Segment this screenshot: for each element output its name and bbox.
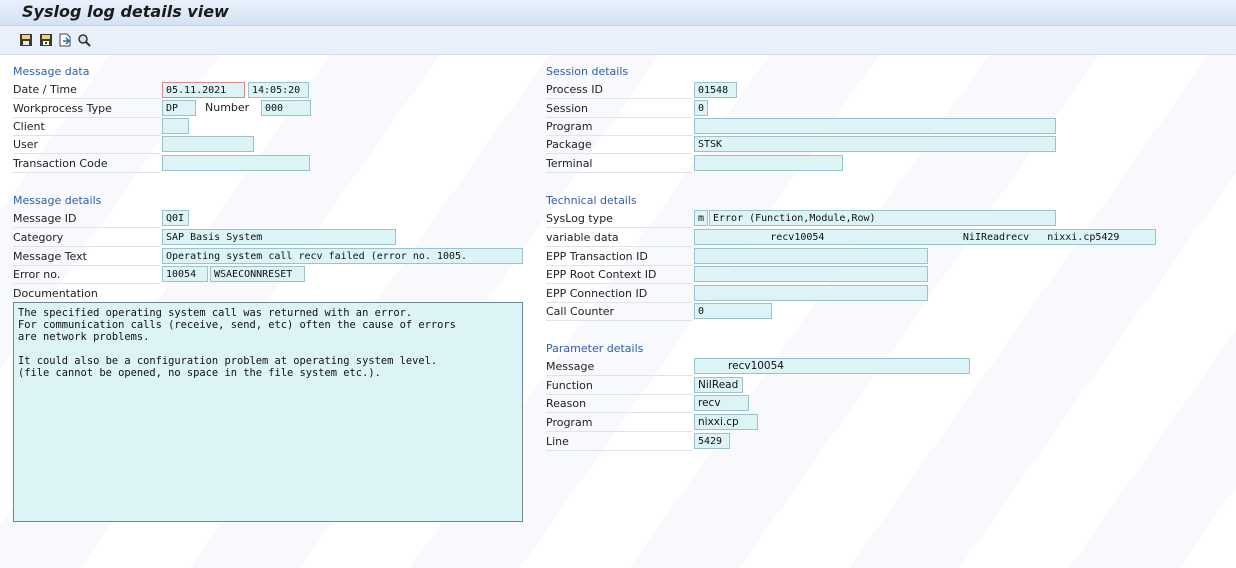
workprocess-type-label: Workprocess Type <box>13 100 160 118</box>
user-label: User <box>13 136 160 154</box>
message-id-label: Message ID <box>13 210 160 228</box>
export-icon[interactable] <box>58 33 72 47</box>
syslog-type-code-field[interactable]: m <box>694 210 708 226</box>
error-number-label: Error no. <box>13 266 160 284</box>
process-id-label: Process ID <box>546 81 692 99</box>
number-label: Number <box>205 101 250 114</box>
page-title: Syslog log details view <box>22 2 229 21</box>
epp-transaction-id-label: EPP Transaction ID <box>546 248 692 266</box>
parameter-details-header: Parameter details <box>546 342 644 355</box>
epp-transaction-id-field[interactable] <box>694 248 928 264</box>
time-field[interactable]: 14:05:20 <box>248 82 309 98</box>
message-text-label: Message Text <box>13 248 160 266</box>
call-counter-field[interactable]: 0 <box>694 303 772 319</box>
application-toolbar <box>0 26 1236 55</box>
terminal-field[interactable] <box>694 155 843 171</box>
param-function-field[interactable]: NiIRead <box>694 377 743 393</box>
transaction-code-label: Transaction Code <box>13 155 160 173</box>
number-field[interactable]: 000 <box>261 100 311 116</box>
epp-root-context-id-label: EPP Root Context ID <box>546 266 692 284</box>
session-label: Session <box>546 100 692 118</box>
find-icon[interactable] <box>77 33 91 47</box>
documentation-label: Documentation <box>13 287 98 300</box>
error-name-field[interactable]: WSAECONNRESET <box>210 266 305 282</box>
transaction-code-field[interactable] <box>162 155 310 171</box>
param-line-label: Line <box>546 433 692 451</box>
error-number-field[interactable]: 10054 <box>162 266 208 282</box>
message-text-field[interactable]: Operating system call recv failed (error… <box>162 248 523 264</box>
param-program-field[interactable]: nixxi.cp <box>694 414 758 430</box>
process-id-field[interactable]: 01548 <box>694 82 737 98</box>
param-line-field[interactable]: 5429 <box>694 433 730 449</box>
syslog-type-field[interactable]: Error (Function,Module,Row) <box>709 210 1056 226</box>
session-field[interactable]: 0 <box>694 100 708 116</box>
syslog-type-label: SysLog type <box>546 210 692 228</box>
date-time-label: Date / Time <box>13 81 160 99</box>
client-label: Client <box>13 118 160 136</box>
category-label: Category <box>13 229 160 247</box>
title-bar: Syslog log details view <box>0 0 1236 26</box>
variable-data-label: variable data <box>546 229 692 247</box>
epp-root-context-id-field[interactable] <box>694 266 928 282</box>
date-field[interactable]: 05.11.2021 <box>162 82 245 98</box>
documentation-textarea[interactable]: The specified operating system call was … <box>13 302 523 522</box>
param-message-field[interactable]: recv10054 <box>694 358 970 374</box>
session-details-header: Session details <box>546 65 629 78</box>
workprocess-type-field[interactable]: DP <box>162 100 196 116</box>
param-reason-field[interactable]: recv <box>694 395 749 411</box>
epp-connection-id-field[interactable] <box>694 285 928 301</box>
client-field[interactable] <box>162 118 189 134</box>
technical-details-header: Technical details <box>546 194 637 207</box>
save-icon[interactable] <box>19 33 33 47</box>
message-data-header: Message data <box>13 65 90 78</box>
call-counter-label: Call Counter <box>546 303 692 321</box>
param-message-label: Message <box>546 358 692 376</box>
message-details-header: Message details <box>13 194 102 207</box>
package-label: Package <box>546 136 692 154</box>
variable-data-field[interactable]: recv10054 NiIReadrecv nixxi.cp5429 <box>694 229 1156 245</box>
package-field[interactable]: STSK <box>694 136 1056 152</box>
user-field[interactable] <box>162 136 254 152</box>
terminal-label: Terminal <box>546 155 692 173</box>
session-program-field[interactable] <box>694 118 1056 134</box>
category-field[interactable]: SAP Basis System <box>162 229 396 245</box>
epp-connection-id-label: EPP Connection ID <box>546 285 692 303</box>
save-as-icon[interactable] <box>39 33 53 47</box>
param-program-label: Program <box>546 414 692 432</box>
param-function-label: Function <box>546 377 692 395</box>
session-program-label: Program <box>546 118 692 136</box>
param-reason-label: Reason <box>546 395 692 413</box>
message-id-field[interactable]: Q0I <box>162 210 189 226</box>
